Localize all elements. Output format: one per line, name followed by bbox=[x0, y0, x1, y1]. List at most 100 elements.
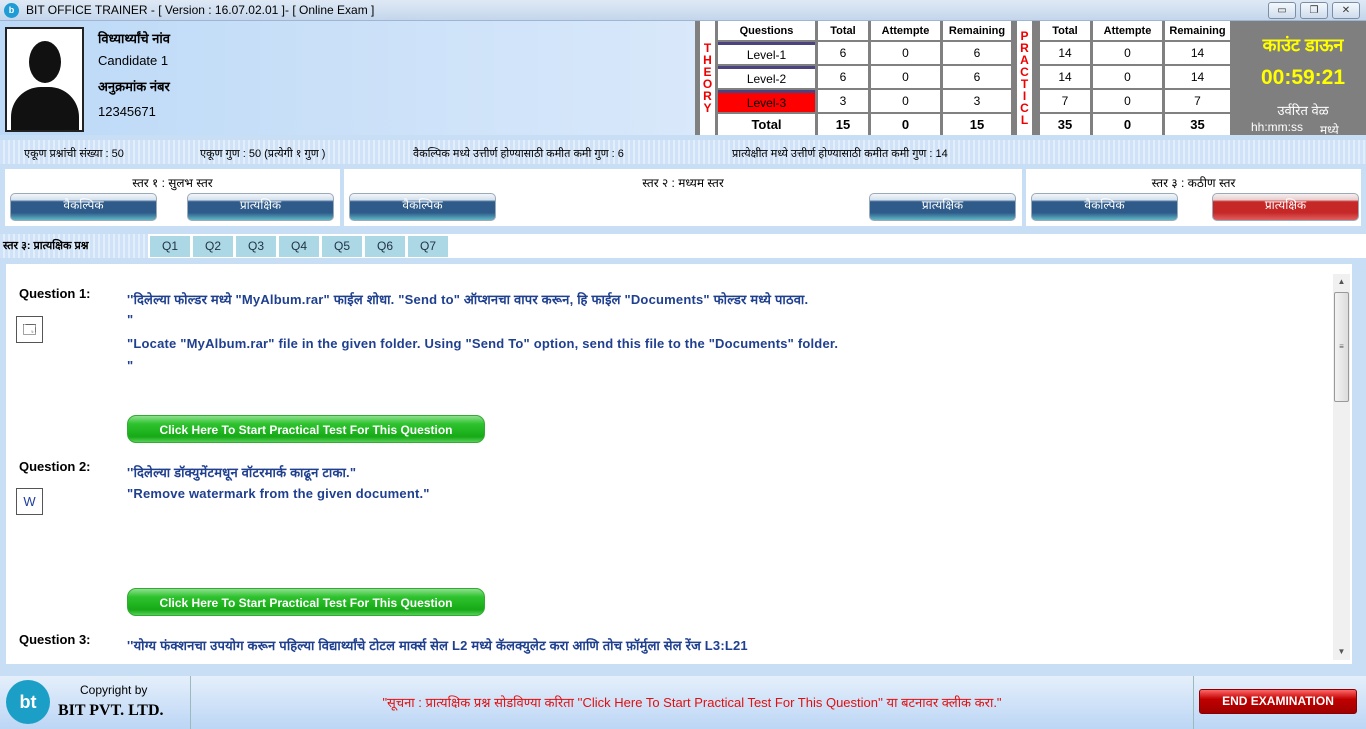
candidate-name: Candidate 1 bbox=[98, 53, 169, 68]
question-tab-q6[interactable]: Q6 bbox=[365, 236, 405, 257]
column-header: Questions bbox=[718, 21, 815, 40]
timer-format: hh:mm:ss bbox=[1251, 120, 1304, 134]
start-practical-button-q1[interactable]: Click Here To Start Practical Test For T… bbox=[127, 415, 485, 443]
close-button[interactable]: ✕ bbox=[1332, 2, 1360, 19]
practical-count: 35 bbox=[1040, 114, 1090, 135]
level-3-practical-button[interactable]: प्रात्यक्षिक bbox=[1212, 193, 1359, 221]
level-1-panel: स्तर १ : सुलभ स्तर वैकल्पिक प्रात्यक्षिक bbox=[5, 169, 340, 226]
scroll-up-arrow-icon[interactable]: ▲ bbox=[1333, 274, 1350, 290]
question-tab-q4[interactable]: Q4 bbox=[279, 236, 319, 257]
level-2-practical-button[interactable]: प्रात्यक्षिक bbox=[869, 193, 1016, 221]
theory-count: 0 bbox=[871, 42, 940, 64]
practical-count: 14 bbox=[1040, 42, 1090, 64]
row-label: Level-1 bbox=[718, 42, 815, 64]
practical-count: 14 bbox=[1165, 42, 1230, 64]
word-document-icon[interactable]: W bbox=[16, 488, 43, 515]
theory-label: THEORY bbox=[700, 21, 715, 135]
theory-count: 6 bbox=[818, 42, 868, 64]
practical-count: 0 bbox=[1093, 90, 1162, 112]
question-tab-q7[interactable]: Q7 bbox=[408, 236, 448, 257]
practical-count: 7 bbox=[1165, 90, 1230, 112]
theory-count: 0 bbox=[871, 90, 940, 112]
theory-count: 6 bbox=[943, 66, 1011, 88]
candidate-panel: विध्यार्थ्यांचे नांव Candidate 1 अनुक्रम… bbox=[0, 21, 695, 135]
question-stats-table: Questions Total Attempte Remaining Total Atte… bbox=[695, 21, 1240, 135]
exam-info-strip: एकूण प्रश्नांची संख्या : 50 एकूण गुण : 5… bbox=[0, 140, 1366, 164]
practical-pass-marks: प्रात्येक्षीत मध्ये उत्तीर्ण होण्यासाठी … bbox=[732, 148, 948, 160]
question-1-text-quote: " bbox=[127, 358, 134, 373]
question-tab-q2[interactable]: Q2 bbox=[193, 236, 233, 257]
bit-logo-icon: bt bbox=[6, 680, 50, 724]
timer-suffix: मध्ये bbox=[1320, 123, 1339, 137]
title-bar: b BIT OFFICE TRAINER - [ Version : 16.07… bbox=[0, 0, 1366, 21]
column-header: Remaining bbox=[1165, 21, 1230, 40]
level-1-theory-button[interactable]: वैकल्पिक bbox=[10, 193, 157, 221]
question-2-text-marathi: ''दिलेल्या डॉक्युमेंटमधून वॉटरमार्क काढू… bbox=[127, 465, 357, 480]
theory-pass-marks: वैकल्पिक मध्ये उत्तीर्ण होण्यासाठी कमीत … bbox=[413, 148, 624, 160]
practical-count: 0 bbox=[1093, 66, 1162, 88]
theory-count: 6 bbox=[818, 66, 868, 88]
countdown-timer: काउंट डाऊन 00:59:21 उर्वरित वेळ hh:mm:ss… bbox=[1240, 21, 1366, 137]
level-title: स्तर ३ : कठीण स्तर bbox=[1151, 176, 1236, 190]
theory-count: 6 bbox=[943, 42, 1011, 64]
question-2-text-english: "Remove watermark from the given documen… bbox=[127, 486, 430, 501]
level-2-theory-button[interactable]: वैकल्पिक bbox=[349, 193, 496, 221]
copyright-label: Copyright by bbox=[80, 683, 148, 697]
roll-label: अनुक्रमांक नंबर bbox=[98, 79, 170, 94]
level-title: स्तर १ : सुलभ स्तर bbox=[132, 176, 213, 190]
restore-button[interactable]: ❐ bbox=[1300, 2, 1328, 19]
vertical-scrollbar[interactable]: ▲ ≡ ▼ bbox=[1333, 274, 1350, 660]
practical-count: 35 bbox=[1165, 114, 1230, 135]
practical-count: 14 bbox=[1165, 66, 1230, 88]
level-1-practical-button[interactable]: प्रात्यक्षिक bbox=[187, 193, 334, 221]
question-tab-q5[interactable]: Q5 bbox=[322, 236, 362, 257]
question-1-text-marathi: ''दिलेल्या फोल्डर मध्ये "MyAlbum.rar" फा… bbox=[127, 292, 809, 307]
theory-count: 15 bbox=[818, 114, 868, 135]
practical-count: 0 bbox=[1093, 42, 1162, 64]
start-practical-button-q2[interactable]: Click Here To Start Practical Test For T… bbox=[127, 588, 485, 616]
column-header: Remaining bbox=[943, 21, 1011, 40]
question-1-label: Question 1: bbox=[19, 286, 91, 301]
roll-number: 12345671 bbox=[98, 104, 156, 119]
name-label: विध्यार्थ्यांचे नांव bbox=[98, 31, 170, 46]
practical-count: 0 bbox=[1093, 114, 1162, 135]
question-tabs-label: स्तर ३: प्रात्यक्षिक प्रश्न bbox=[0, 234, 148, 258]
question-tab-q1[interactable]: Q1 bbox=[150, 236, 190, 257]
windows-explorer-icon[interactable]: 🗔 bbox=[16, 316, 43, 343]
question-tab-q3[interactable]: Q3 bbox=[236, 236, 276, 257]
level-title: स्तर २ : मध्यम स्तर bbox=[642, 176, 724, 190]
app-logo-icon: b bbox=[4, 3, 19, 18]
practical-label: PRACTICL bbox=[1017, 21, 1032, 135]
level-3-theory-button[interactable]: वैकल्पिक bbox=[1031, 193, 1178, 221]
window-title: BIT OFFICE TRAINER - [ Version : 16.07.0… bbox=[26, 3, 375, 17]
instruction-notice: "सूचना : प्रात्यक्षिक प्रश्न सोडविण्या क… bbox=[190, 676, 1194, 729]
column-header: Total bbox=[1040, 21, 1090, 40]
theory-count: 15 bbox=[943, 114, 1011, 135]
total-marks: एकूण गुण : 50 (प्रत्येगी १ गुण ) bbox=[200, 148, 326, 160]
row-label: Level-3 bbox=[718, 90, 815, 112]
row-label: Total bbox=[718, 114, 815, 135]
company-name: BIT PVT. LTD. bbox=[58, 702, 164, 719]
practical-count: 14 bbox=[1040, 66, 1090, 88]
column-header: Attempte bbox=[1093, 21, 1162, 40]
footer: bt Copyright by BIT PVT. LTD. "सूचना : प… bbox=[0, 676, 1366, 729]
column-header: Total bbox=[818, 21, 868, 40]
question-2-label: Question 2: bbox=[19, 459, 91, 474]
theory-count: 3 bbox=[943, 90, 1011, 112]
timer-title: काउंट डाऊन bbox=[1262, 35, 1344, 55]
practical-count: 7 bbox=[1040, 90, 1090, 112]
question-3-label: Question 3: bbox=[19, 632, 91, 647]
scrollbar-thumb[interactable]: ≡ bbox=[1334, 292, 1349, 402]
candidate-photo bbox=[5, 27, 84, 132]
question-tabs: स्तर ३: प्रात्यक्षिक प्रश्न Q1 Q2 Q3 Q4 Q5 Q6… bbox=[0, 234, 1366, 258]
question-1-text-quote: " bbox=[127, 312, 134, 327]
theory-count: 0 bbox=[871, 66, 940, 88]
scroll-down-arrow-icon[interactable]: ▼ bbox=[1333, 644, 1350, 660]
question-3-text-marathi: ''योग्य फंक्शनचा उपयोग करून पहिल्या विद्… bbox=[127, 638, 748, 653]
total-questions: एकूण प्रश्नांची संख्या : 50 bbox=[24, 148, 124, 160]
theory-count: 3 bbox=[818, 90, 868, 112]
end-examination-button[interactable]: END EXAMINATION bbox=[1199, 689, 1357, 714]
question-area: Question 1: 🗔 ''दिलेल्या फोल्डर मध्ये "M… bbox=[6, 264, 1352, 664]
minimize-button[interactable]: ▭ bbox=[1268, 2, 1296, 19]
level-2-panel: स्तर २ : मध्यम स्तर वैकल्पिक प्रात्यक्षि… bbox=[344, 169, 1022, 226]
